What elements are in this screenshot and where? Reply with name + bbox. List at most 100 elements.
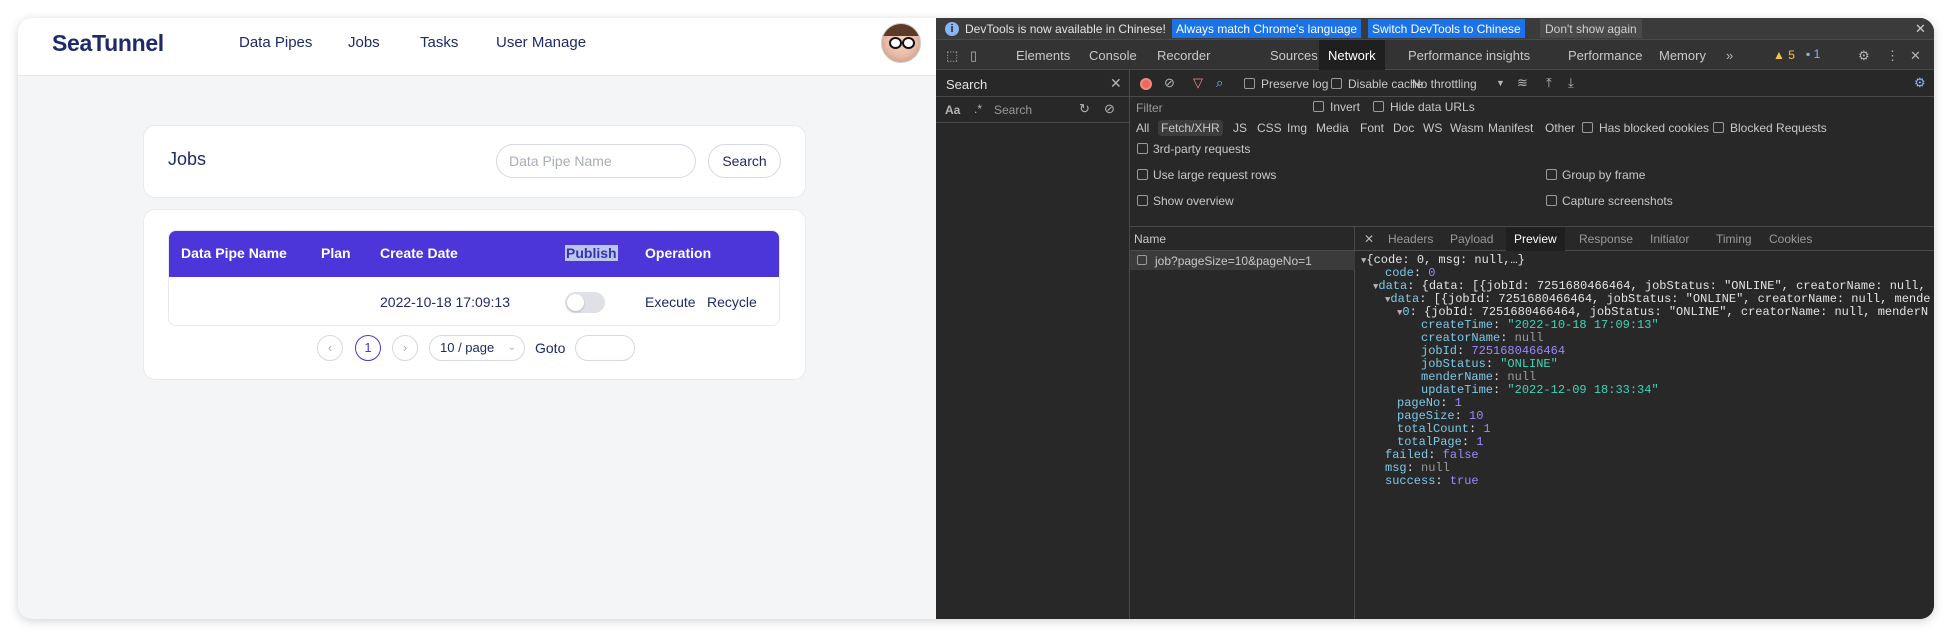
tab-timing[interactable]: Timing	[1716, 232, 1752, 246]
json-key: menderName	[1421, 370, 1494, 384]
inspect-icon[interactable]: ⬚	[946, 48, 958, 64]
type-doc[interactable]: Doc	[1393, 121, 1414, 135]
invert-checkbox[interactable]	[1313, 101, 1324, 112]
tab-initiator[interactable]: Initiator	[1650, 232, 1689, 246]
clear-icon[interactable]: ⊘	[1104, 101, 1115, 117]
message-badge[interactable]: ▪ 1	[1806, 47, 1820, 61]
search-input[interactable]	[994, 101, 1069, 119]
json-line: failed: false	[1385, 448, 1479, 462]
tab-performance-insights[interactable]: Performance insights	[1408, 48, 1530, 63]
kebab-menu-icon[interactable]: ⋮	[1886, 48, 1899, 64]
type-fetch-xhr[interactable]: Fetch/XHR	[1158, 120, 1223, 136]
regex-button[interactable]: .*	[974, 102, 982, 116]
warning-badge[interactable]: ▲ 5	[1773, 48, 1795, 62]
json-line[interactable]: ▼0: {jobId: 7251680466464, jobStatus: "O…	[1397, 305, 1928, 319]
tab-headers[interactable]: Headers	[1388, 232, 1433, 246]
json-key: 0	[1402, 305, 1410, 319]
page-1-button[interactable]: 1	[355, 335, 381, 361]
tab-elements[interactable]: Elements	[1016, 48, 1070, 63]
cell-create-date: 2022-10-18 17:09:13	[380, 294, 510, 310]
json-root[interactable]: ▼{code: 0, msg: null,…}	[1361, 253, 1525, 267]
type-wasm[interactable]: Wasm	[1450, 121, 1484, 135]
search-icon[interactable]: ⌕	[1216, 75, 1223, 91]
match-language-button[interactable]: Always match Chrome's language	[1172, 19, 1362, 38]
close-icon[interactable]: ✕	[1915, 21, 1926, 37]
tab-sources[interactable]: Sources	[1270, 48, 1318, 63]
prev-page-button[interactable]: ‹	[317, 335, 343, 361]
tab-memory[interactable]: Memory	[1659, 48, 1706, 63]
search-button[interactable]: Search	[708, 144, 781, 178]
json-line: totalPage: 1	[1397, 435, 1484, 449]
publish-toggle[interactable]	[565, 292, 605, 313]
close-detail-icon[interactable]: ✕	[1364, 232, 1374, 246]
tab-network[interactable]: Network	[1319, 40, 1385, 70]
filter-icon[interactable]: ▽	[1193, 75, 1203, 91]
request-detail: ✕ Headers Payload Preview Response Initi…	[1355, 227, 1934, 619]
blocked-requests-checkbox[interactable]	[1713, 122, 1724, 133]
refresh-icon[interactable]: ↻	[1079, 101, 1090, 117]
avatar[interactable]	[881, 23, 921, 63]
network-conditions-icon[interactable]: ≋	[1517, 75, 1528, 91]
match-case-button[interactable]: Aa	[945, 103, 960, 117]
hide-data-urls-label: Hide data URLs	[1390, 100, 1475, 114]
tab-payload[interactable]: Payload	[1450, 232, 1493, 246]
dont-show-again-button[interactable]: Don't show again	[1540, 19, 1642, 38]
tab-cookies[interactable]: Cookies	[1769, 232, 1812, 246]
type-other[interactable]: Other	[1545, 121, 1575, 135]
warning-count: 5	[1788, 48, 1795, 62]
json-line[interactable]: ▼data: {data: [{jobId: 7251680466464, jo…	[1373, 279, 1926, 293]
type-media[interactable]: Media	[1316, 121, 1349, 135]
type-img[interactable]: Img	[1287, 121, 1307, 135]
hide-data-urls-checkbox[interactable]	[1373, 101, 1384, 112]
close-devtools-icon[interactable]: ✕	[1910, 48, 1921, 64]
execute-button[interactable]: Execute	[645, 294, 696, 310]
close-icon[interactable]: ✕	[1110, 75, 1122, 92]
page-title: Jobs	[168, 149, 207, 169]
disable-cache-checkbox[interactable]	[1331, 78, 1342, 89]
third-party-checkbox[interactable]	[1137, 143, 1148, 154]
preserve-log-checkbox[interactable]	[1244, 78, 1255, 89]
switch-chinese-button[interactable]: Switch DevTools to Chinese	[1368, 19, 1525, 38]
gear-icon[interactable]: ⚙	[1858, 48, 1870, 64]
network-settings-icon[interactable]: ⚙	[1914, 75, 1926, 91]
export-har-icon[interactable]: ⤓	[1568, 75, 1574, 91]
page-size-value: 10 / page	[440, 340, 495, 355]
group-by-frame-checkbox[interactable]	[1546, 169, 1557, 180]
goto-page-input[interactable]	[575, 335, 635, 361]
tab-response[interactable]: Response	[1579, 232, 1633, 246]
tab-preview[interactable]: Preview	[1506, 227, 1565, 251]
json-line[interactable]: ▼data: [{jobId: 7251680466464, jobStatus…	[1385, 292, 1931, 306]
show-overview-checkbox[interactable]	[1137, 195, 1148, 206]
throttling-select[interactable]: No throttling	[1412, 77, 1477, 91]
type-manifest[interactable]: Manifest	[1488, 121, 1533, 135]
tab-recorder[interactable]: Recorder	[1157, 48, 1210, 63]
nav-tasks[interactable]: Tasks	[420, 34, 458, 51]
device-toolbar-icon[interactable]: ▯	[970, 48, 977, 64]
recycle-button[interactable]: Recycle	[707, 294, 757, 310]
type-ws[interactable]: WS	[1423, 121, 1442, 135]
type-font[interactable]: Font	[1360, 121, 1384, 135]
tab-performance[interactable]: Performance	[1568, 48, 1642, 63]
large-rows-checkbox[interactable]	[1137, 169, 1148, 180]
next-page-button[interactable]: ›	[392, 335, 418, 361]
chevron-down-icon[interactable]: ▼	[1496, 78, 1505, 88]
page-size-select[interactable]: 10 / page ⌄	[429, 335, 525, 361]
more-tabs-icon[interactable]: »	[1726, 48, 1733, 63]
has-blocked-cookies-checkbox[interactable]	[1582, 122, 1593, 133]
type-js[interactable]: JS	[1233, 121, 1247, 135]
request-row[interactable]: job?pageSize=10&pageNo=1	[1130, 251, 1355, 270]
type-css[interactable]: CSS	[1257, 121, 1282, 135]
nav-data-pipes[interactable]: Data Pipes	[239, 34, 312, 51]
nav-user-manage[interactable]: User Manage	[496, 34, 586, 51]
filter-input[interactable]	[1136, 100, 1306, 116]
type-all[interactable]: All	[1136, 121, 1149, 135]
name-column-header[interactable]: Name	[1130, 227, 1355, 251]
clear-icon[interactable]: ⊘	[1164, 75, 1175, 91]
json-root-summary: {code: 0, msg: null,…}	[1366, 253, 1525, 267]
capture-screenshots-checkbox[interactable]	[1546, 195, 1557, 206]
record-icon[interactable]	[1140, 78, 1152, 90]
nav-jobs[interactable]: Jobs	[348, 34, 380, 51]
tab-console[interactable]: Console	[1089, 48, 1137, 63]
import-har-icon[interactable]: ⤒	[1546, 75, 1552, 91]
data-pipe-name-input[interactable]	[496, 144, 696, 178]
